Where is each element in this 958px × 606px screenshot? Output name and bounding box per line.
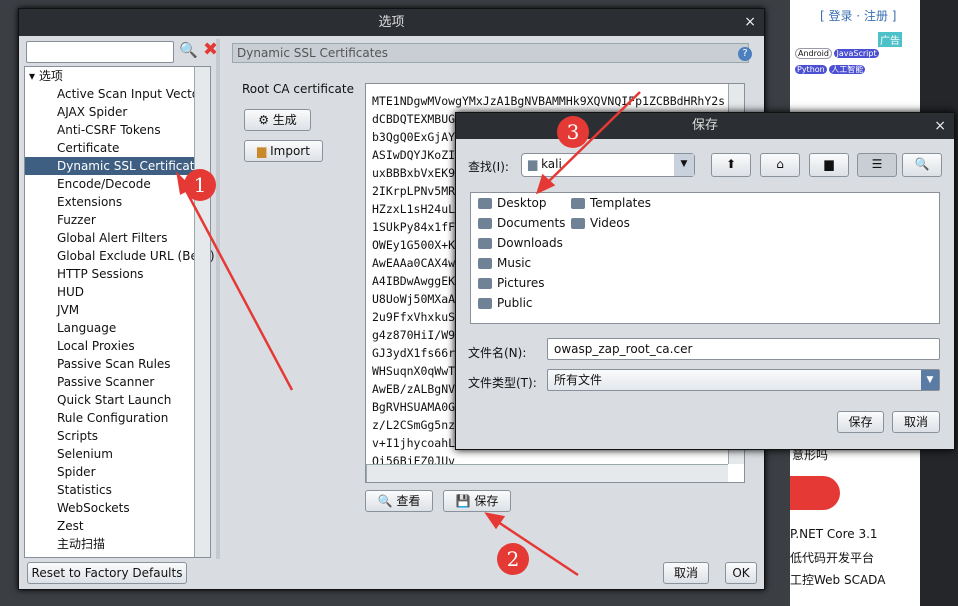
annotation-marker: 2	[497, 543, 529, 575]
annotation-marker: 1	[184, 169, 216, 201]
annotation-arrows	[176, 91, 641, 577]
arrow-1	[180, 182, 294, 391]
annotation-marker: 3	[557, 116, 589, 148]
